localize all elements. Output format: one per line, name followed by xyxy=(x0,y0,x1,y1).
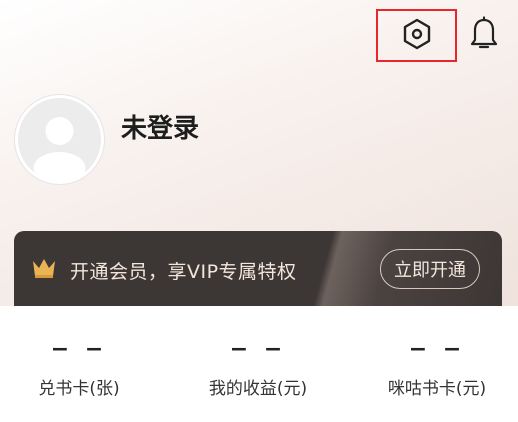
stat-value: − − xyxy=(50,337,108,362)
stat-label: 我的收益(元) xyxy=(208,379,308,399)
settings-button[interactable] xyxy=(376,9,457,62)
stats-row: − − 兑书卡(张) − − 我的收益(元) − − 咪咕书卡(元) xyxy=(0,306,518,422)
stat-value: − − xyxy=(408,337,466,362)
bell-icon xyxy=(469,16,499,56)
vip-banner[interactable]: 开通会员，享VIP专属特权 立即开通 xyxy=(14,231,502,307)
stat-migu-card[interactable]: − − 咪咕书卡(元) xyxy=(351,336,518,399)
stat-label: 咪咕书卡(元) xyxy=(387,379,487,399)
stat-earnings[interactable]: − − 我的收益(元) xyxy=(172,336,344,399)
avatar[interactable] xyxy=(15,95,104,184)
settings-icon xyxy=(400,17,434,55)
stat-label: 兑书卡(张) xyxy=(38,379,120,399)
login-status-label[interactable]: 未登录 xyxy=(121,108,199,145)
open-vip-button[interactable]: 立即开通 xyxy=(380,249,480,289)
crown-icon xyxy=(33,259,55,278)
stat-value: − − xyxy=(229,337,287,362)
notification-button[interactable] xyxy=(466,16,502,56)
stat-exchange-card[interactable]: − − 兑书卡(张) xyxy=(0,336,165,399)
vip-promo-text: 开通会员，享VIP专属特权 xyxy=(70,261,297,283)
